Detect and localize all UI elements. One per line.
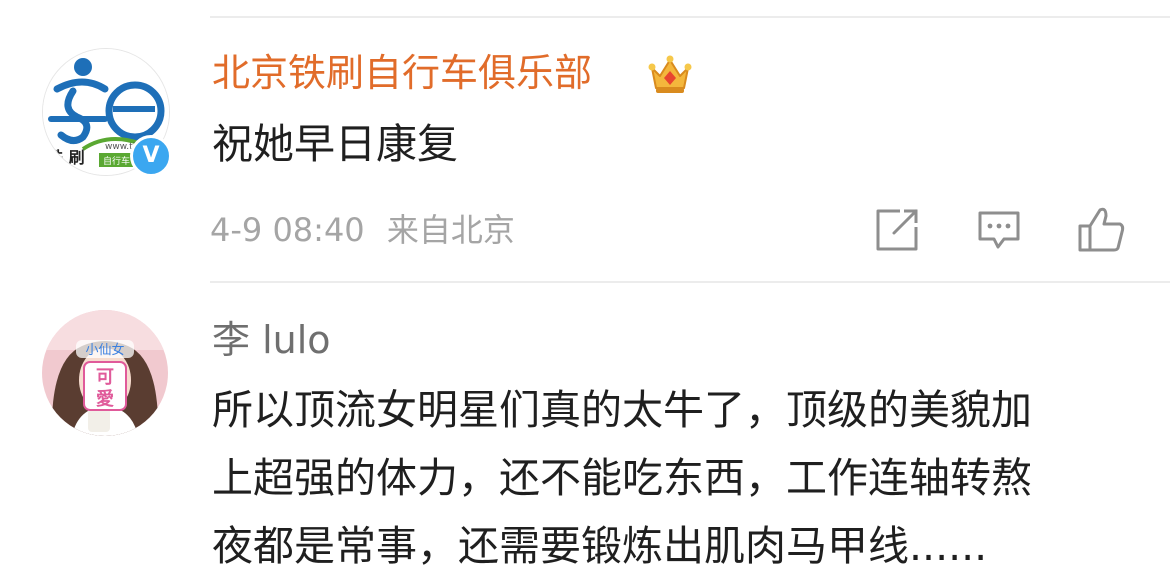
comment-text-line: 所以顶流女明星们真的太牛了，顶级的美貌加 — [212, 386, 1032, 434]
avatar-sticker-top: 小仙女 — [85, 342, 124, 358]
comment-text-line: 夜都是常事，还需要锻炼出肌肉马甲线...... — [212, 522, 988, 570]
comment-item: 小仙女 可 愛 李 lulo 所以顶流女明星们真的太牛了，顶级的美貌加 上超强的… — [0, 283, 1170, 585]
avatar-sub-text: 自行车 — [103, 155, 130, 167]
location: 来自北京 — [386, 211, 515, 249]
verified-badge-icon: V — [130, 135, 172, 177]
crown-icon — [648, 55, 692, 93]
comment-text-line: 上超强的体力，还不能吃东西，工作连轴转熬 — [212, 454, 1032, 502]
avatar-logo-text: 铁 刷 — [47, 148, 85, 167]
comment-item: 铁 刷 www.tie 自行车 V 北京铁刷自行车俱乐部 祝她早日康复 4-9 … — [0, 0, 1170, 280]
avatar-sticker-char: 可 — [96, 367, 114, 388]
username[interactable]: 北京铁刷自行车俱乐部 — [212, 50, 592, 96]
avatar-sticker-char: 愛 — [96, 388, 114, 410]
user-photo-avatar: 小仙女 可 愛 — [42, 310, 168, 436]
comment-text: 祝她早日康复 — [212, 120, 458, 168]
comment-icon[interactable] — [976, 207, 1022, 253]
like-icon[interactable] — [1076, 204, 1126, 254]
avatar[interactable]: 小仙女 可 愛 — [42, 310, 168, 436]
comment-meta: 4-9 08:40 来自北京 — [210, 210, 515, 250]
username[interactable]: 李 lulo — [212, 317, 331, 363]
timestamp: 4-9 08:40 — [210, 211, 365, 249]
share-icon[interactable] — [874, 207, 920, 253]
